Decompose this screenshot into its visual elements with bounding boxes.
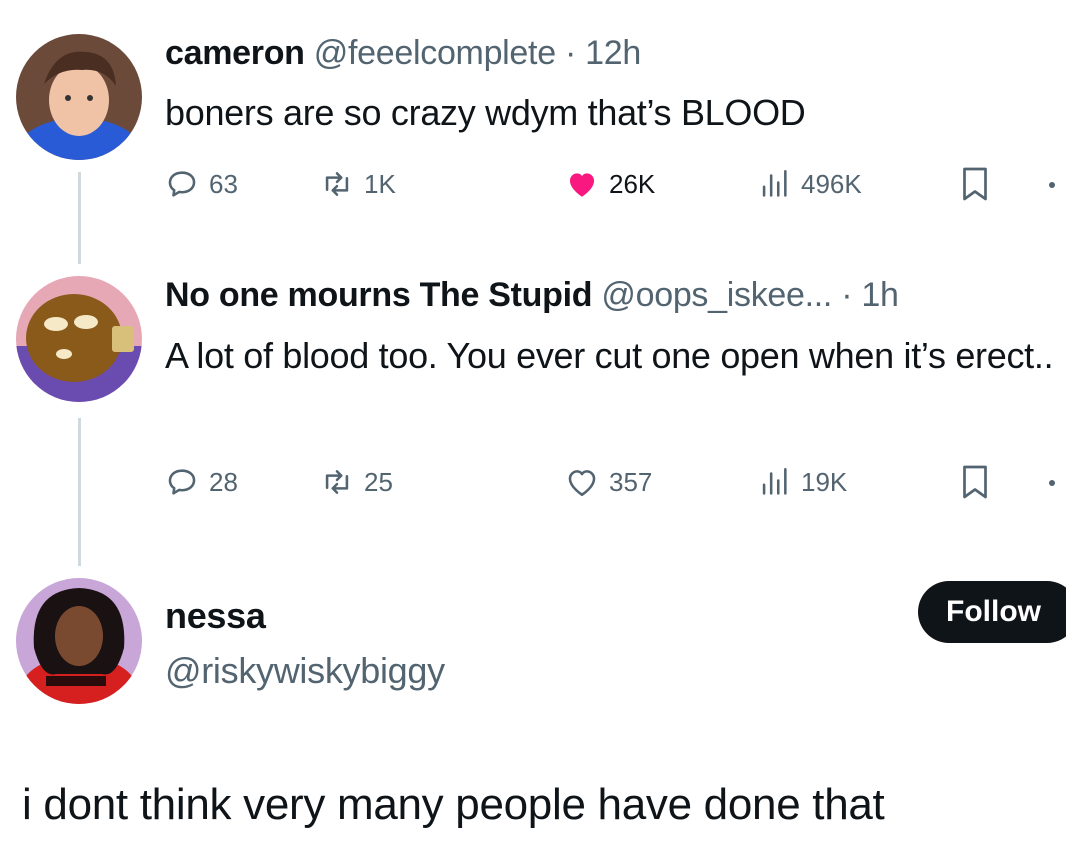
repost-count: 25 [364, 466, 393, 497]
heart-icon [565, 167, 599, 201]
avatar[interactable] [16, 34, 142, 160]
reply-button[interactable]: 63 [165, 164, 238, 204]
timestamp[interactable]: · 12h [565, 34, 641, 72]
repost-button[interactable]: 1K [320, 164, 396, 204]
reply-count: 63 [209, 168, 238, 199]
tweet-header: cameron @feeelcomplete · 12h [165, 34, 641, 73]
views-icon [757, 167, 791, 201]
user-handle[interactable]: @feeelcomplete [314, 34, 556, 72]
views-button[interactable]: 496K [757, 164, 862, 204]
reply-count: 28 [209, 466, 238, 497]
views-count: 19K [801, 466, 848, 497]
repost-icon [320, 465, 354, 499]
bookmark-icon [960, 464, 990, 500]
tweet-text: boners are so crazy wdym that’s BLOOD [165, 92, 806, 133]
views-icon [757, 465, 791, 499]
tweet-text: A lot of blood too. You ever cut one ope… [165, 335, 1054, 376]
bookmark-icon [960, 166, 990, 202]
reply-icon [165, 167, 199, 201]
profile-name[interactable]: nessa [165, 595, 266, 637]
profile-handle[interactable]: @riskywiskybiggy [165, 650, 445, 692]
display-name[interactable]: cameron [165, 34, 305, 72]
bookmark-button[interactable] [960, 166, 990, 202]
tweet-header: No one mourns The Stupid @oops_iskee... … [165, 276, 899, 315]
share-icon[interactable] [1049, 182, 1055, 188]
views-button[interactable]: 19K [757, 462, 847, 502]
user-handle[interactable]: @oops_iskee... [601, 276, 832, 314]
repost-count: 1K [364, 168, 396, 199]
tweet-actions: 28 25 357 19K [165, 462, 1065, 502]
like-button[interactable]: 357 [565, 462, 652, 502]
reply-icon [165, 465, 199, 499]
avatar[interactable] [16, 578, 142, 704]
tweet-actions: 63 1K 26K 496K [165, 164, 1065, 204]
avatar[interactable] [16, 276, 142, 402]
post-text: i dont think very many people have done … [22, 780, 885, 829]
bookmark-button[interactable] [960, 464, 990, 500]
timestamp[interactable]: · 1h [841, 276, 899, 314]
display-name[interactable]: No one mourns The Stupid [165, 276, 593, 314]
like-count: 357 [609, 466, 653, 497]
like-button[interactable]: 26K [565, 164, 655, 204]
repost-button[interactable]: 25 [320, 462, 393, 502]
like-count: 26K [609, 168, 656, 199]
heart-icon [565, 465, 599, 499]
thread-connector [78, 418, 81, 566]
repost-icon [320, 167, 354, 201]
reply-button[interactable]: 28 [165, 462, 238, 502]
thread-connector [78, 172, 81, 264]
follow-button[interactable]: Follow [918, 581, 1066, 643]
share-icon[interactable] [1049, 480, 1055, 486]
views-count: 496K [801, 168, 862, 199]
